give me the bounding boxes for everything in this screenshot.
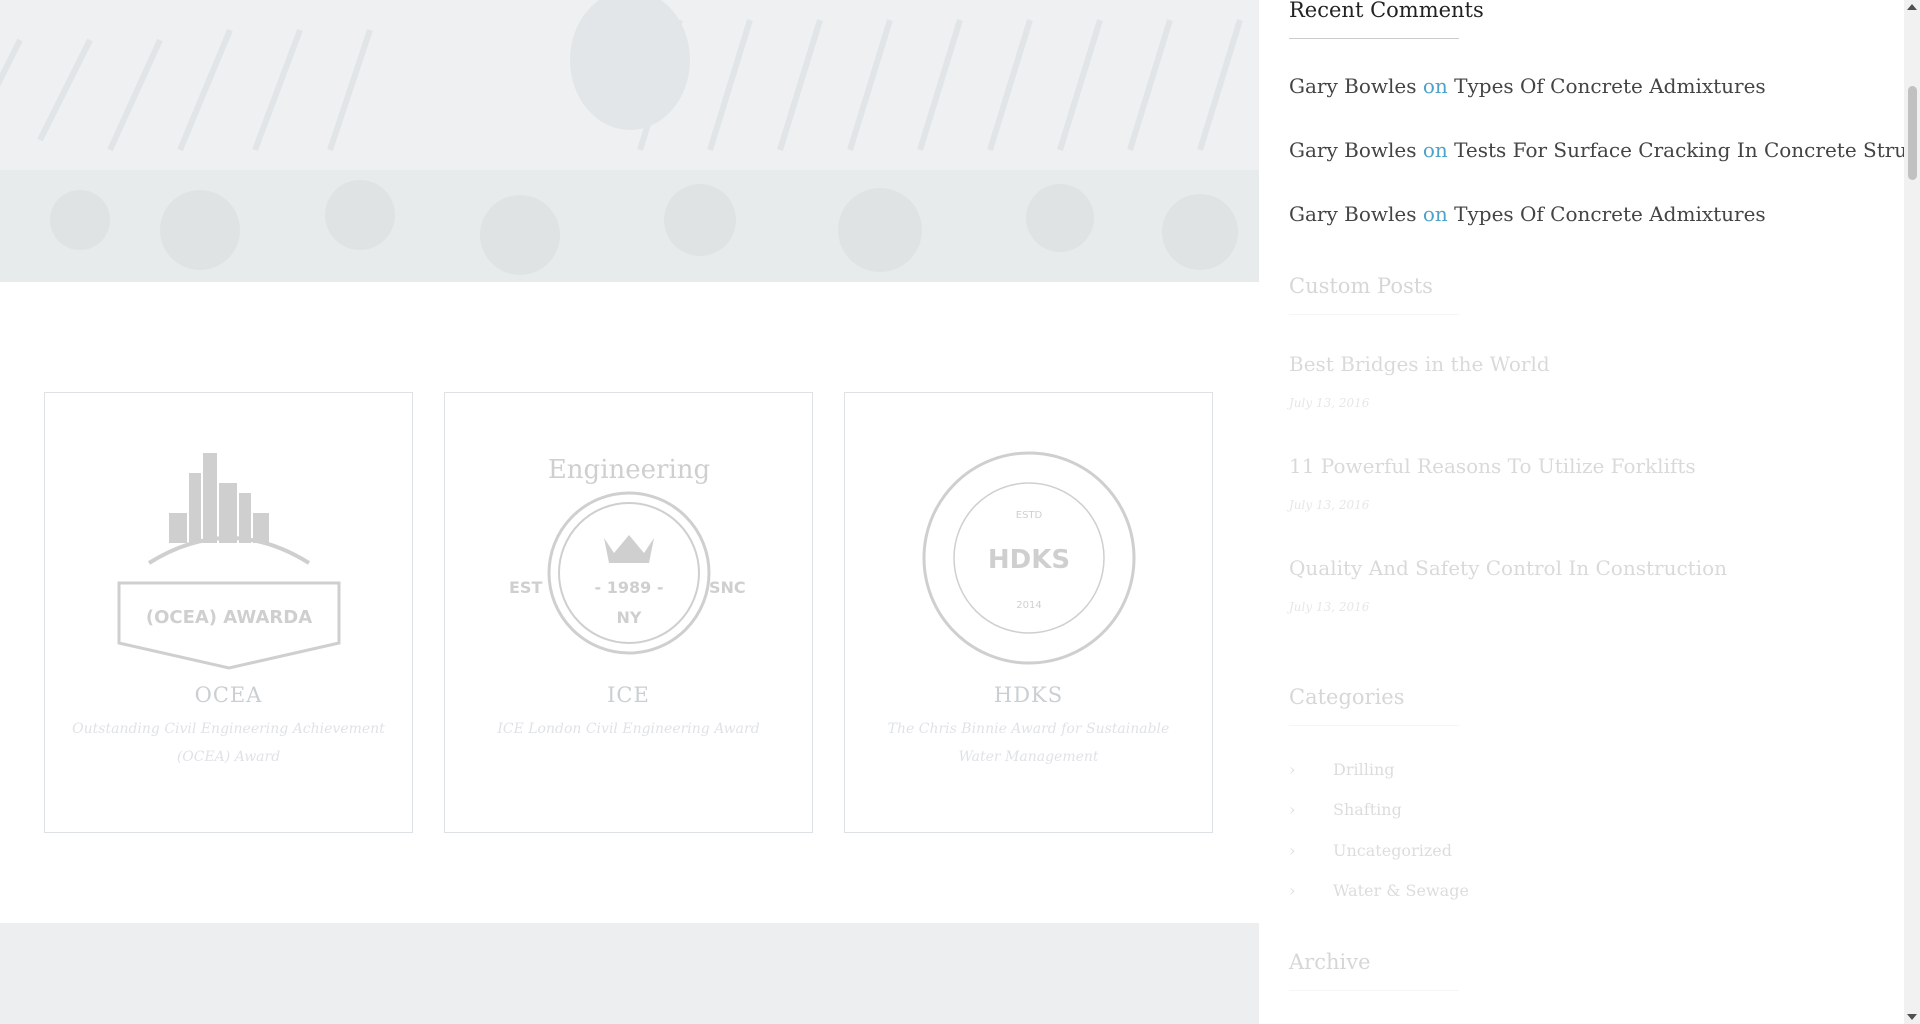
awards-section: (OCEA) AWARDA OCEA Outstanding Civil Eng… [0, 282, 1259, 923]
divider [1289, 314, 1459, 315]
custom-posts-title: Custom Posts [1289, 274, 1433, 298]
svg-text:SNC: SNC [709, 578, 746, 597]
category-item[interactable]: › Drilling [1289, 760, 1395, 779]
svg-text:Engineering: Engineering [547, 455, 709, 485]
award-card-ice: - 1989 - NY EST SNC Engineering ICE ICE … [444, 392, 813, 833]
archive-title: Archive [1289, 950, 1371, 974]
page-scrollbar[interactable] [1904, 0, 1920, 1024]
category-label: Uncategorized [1333, 841, 1452, 860]
comment-author[interactable]: Gary Bowles [1289, 74, 1416, 98]
comment-post-link[interactable]: Types Of Concrete Admixtures [1454, 202, 1766, 226]
svg-text:NY: NY [616, 608, 641, 627]
divider [1289, 990, 1459, 991]
comment-item: Gary Bowles on Types Of Concrete Admixtu… [1289, 202, 1766, 226]
svg-text:2014: 2014 [1016, 600, 1041, 611]
comment-author[interactable]: Gary Bowles [1289, 138, 1416, 162]
post-date: July 13, 2016 [1289, 600, 1370, 614]
ocea-logo-icon: (OCEA) AWARDA [117, 453, 340, 670]
scroll-down-icon[interactable] [1907, 1014, 1917, 1020]
sidebar: Recent Comments Gary Bowles on Types Of … [1259, 0, 1920, 1024]
footer-band [0, 923, 1259, 1024]
award-card-hdks: HDKS ESTD 2014 HDKS The Chris Binnie Awa… [844, 392, 1213, 833]
comment-post-link[interactable]: Tests For Surface Cracking In Concrete S… [1454, 138, 1920, 162]
svg-text:EST: EST [509, 578, 542, 597]
scroll-thumb[interactable] [1908, 86, 1917, 180]
comment-item: Gary Bowles on Tests For Surface Crackin… [1289, 138, 1920, 162]
award-card-ocea: (OCEA) AWARDA OCEA Outstanding Civil Eng… [44, 392, 413, 833]
comment-on: on [1422, 202, 1448, 226]
post-date: July 13, 2016 [1289, 498, 1370, 512]
post-link[interactable]: 11 Powerful Reasons To Utilize Forklifts [1289, 454, 1696, 478]
award-description: ICE London Civil Engineering Award [497, 721, 760, 737]
chevron-right-icon: › [1289, 881, 1296, 900]
post-link[interactable]: Quality And Safety Control In Constructi… [1289, 556, 1727, 580]
award-title: OCEA [194, 683, 263, 707]
category-label: Drilling [1333, 760, 1395, 779]
comment-author[interactable]: Gary Bowles [1289, 202, 1416, 226]
hdks-logo-icon: HDKS ESTD 2014 [922, 451, 1135, 665]
comment-on: on [1422, 74, 1448, 98]
award-title: HDKS [993, 683, 1064, 707]
post-link[interactable]: Best Bridges in the World [1289, 352, 1550, 376]
chevron-right-icon: › [1289, 800, 1296, 819]
comment-on: on [1422, 138, 1448, 162]
award-description: Outstanding Civil Engineering Achievemen… [72, 721, 385, 765]
svg-text:- 1989 -: - 1989 - [594, 578, 663, 597]
category-label: Shafting [1333, 800, 1402, 819]
svg-text:HDKS: HDKS [987, 545, 1069, 575]
comment-post-link[interactable]: Types Of Concrete Admixtures [1454, 74, 1766, 98]
chevron-right-icon: › [1289, 760, 1296, 779]
award-title: ICE [607, 683, 650, 707]
divider [1289, 38, 1459, 39]
post-date: July 13, 2016 [1289, 396, 1370, 410]
category-item[interactable]: › Shafting [1289, 800, 1402, 819]
divider [1289, 725, 1459, 726]
comment-item: Gary Bowles on Types Of Concrete Admixtu… [1289, 74, 1766, 98]
hero-image [0, 0, 1259, 282]
category-item[interactable]: › Water & Sewage [1289, 881, 1469, 900]
scroll-up-icon[interactable] [1907, 4, 1917, 10]
category-label: Water & Sewage [1333, 881, 1469, 900]
categories-title: Categories [1289, 685, 1405, 709]
svg-text:(OCEA) AWARDA: (OCEA) AWARDA [145, 607, 311, 628]
svg-text:ESTD: ESTD [1015, 510, 1042, 521]
chevron-right-icon: › [1289, 841, 1296, 860]
recent-comments-title: Recent Comments [1289, 0, 1484, 22]
award-description: The Chris Binnie Award for Sustainable W… [887, 721, 1170, 765]
category-item[interactable]: › Uncategorized [1289, 841, 1452, 860]
ice-logo-icon: - 1989 - NY EST SNC Engineering [509, 455, 746, 655]
